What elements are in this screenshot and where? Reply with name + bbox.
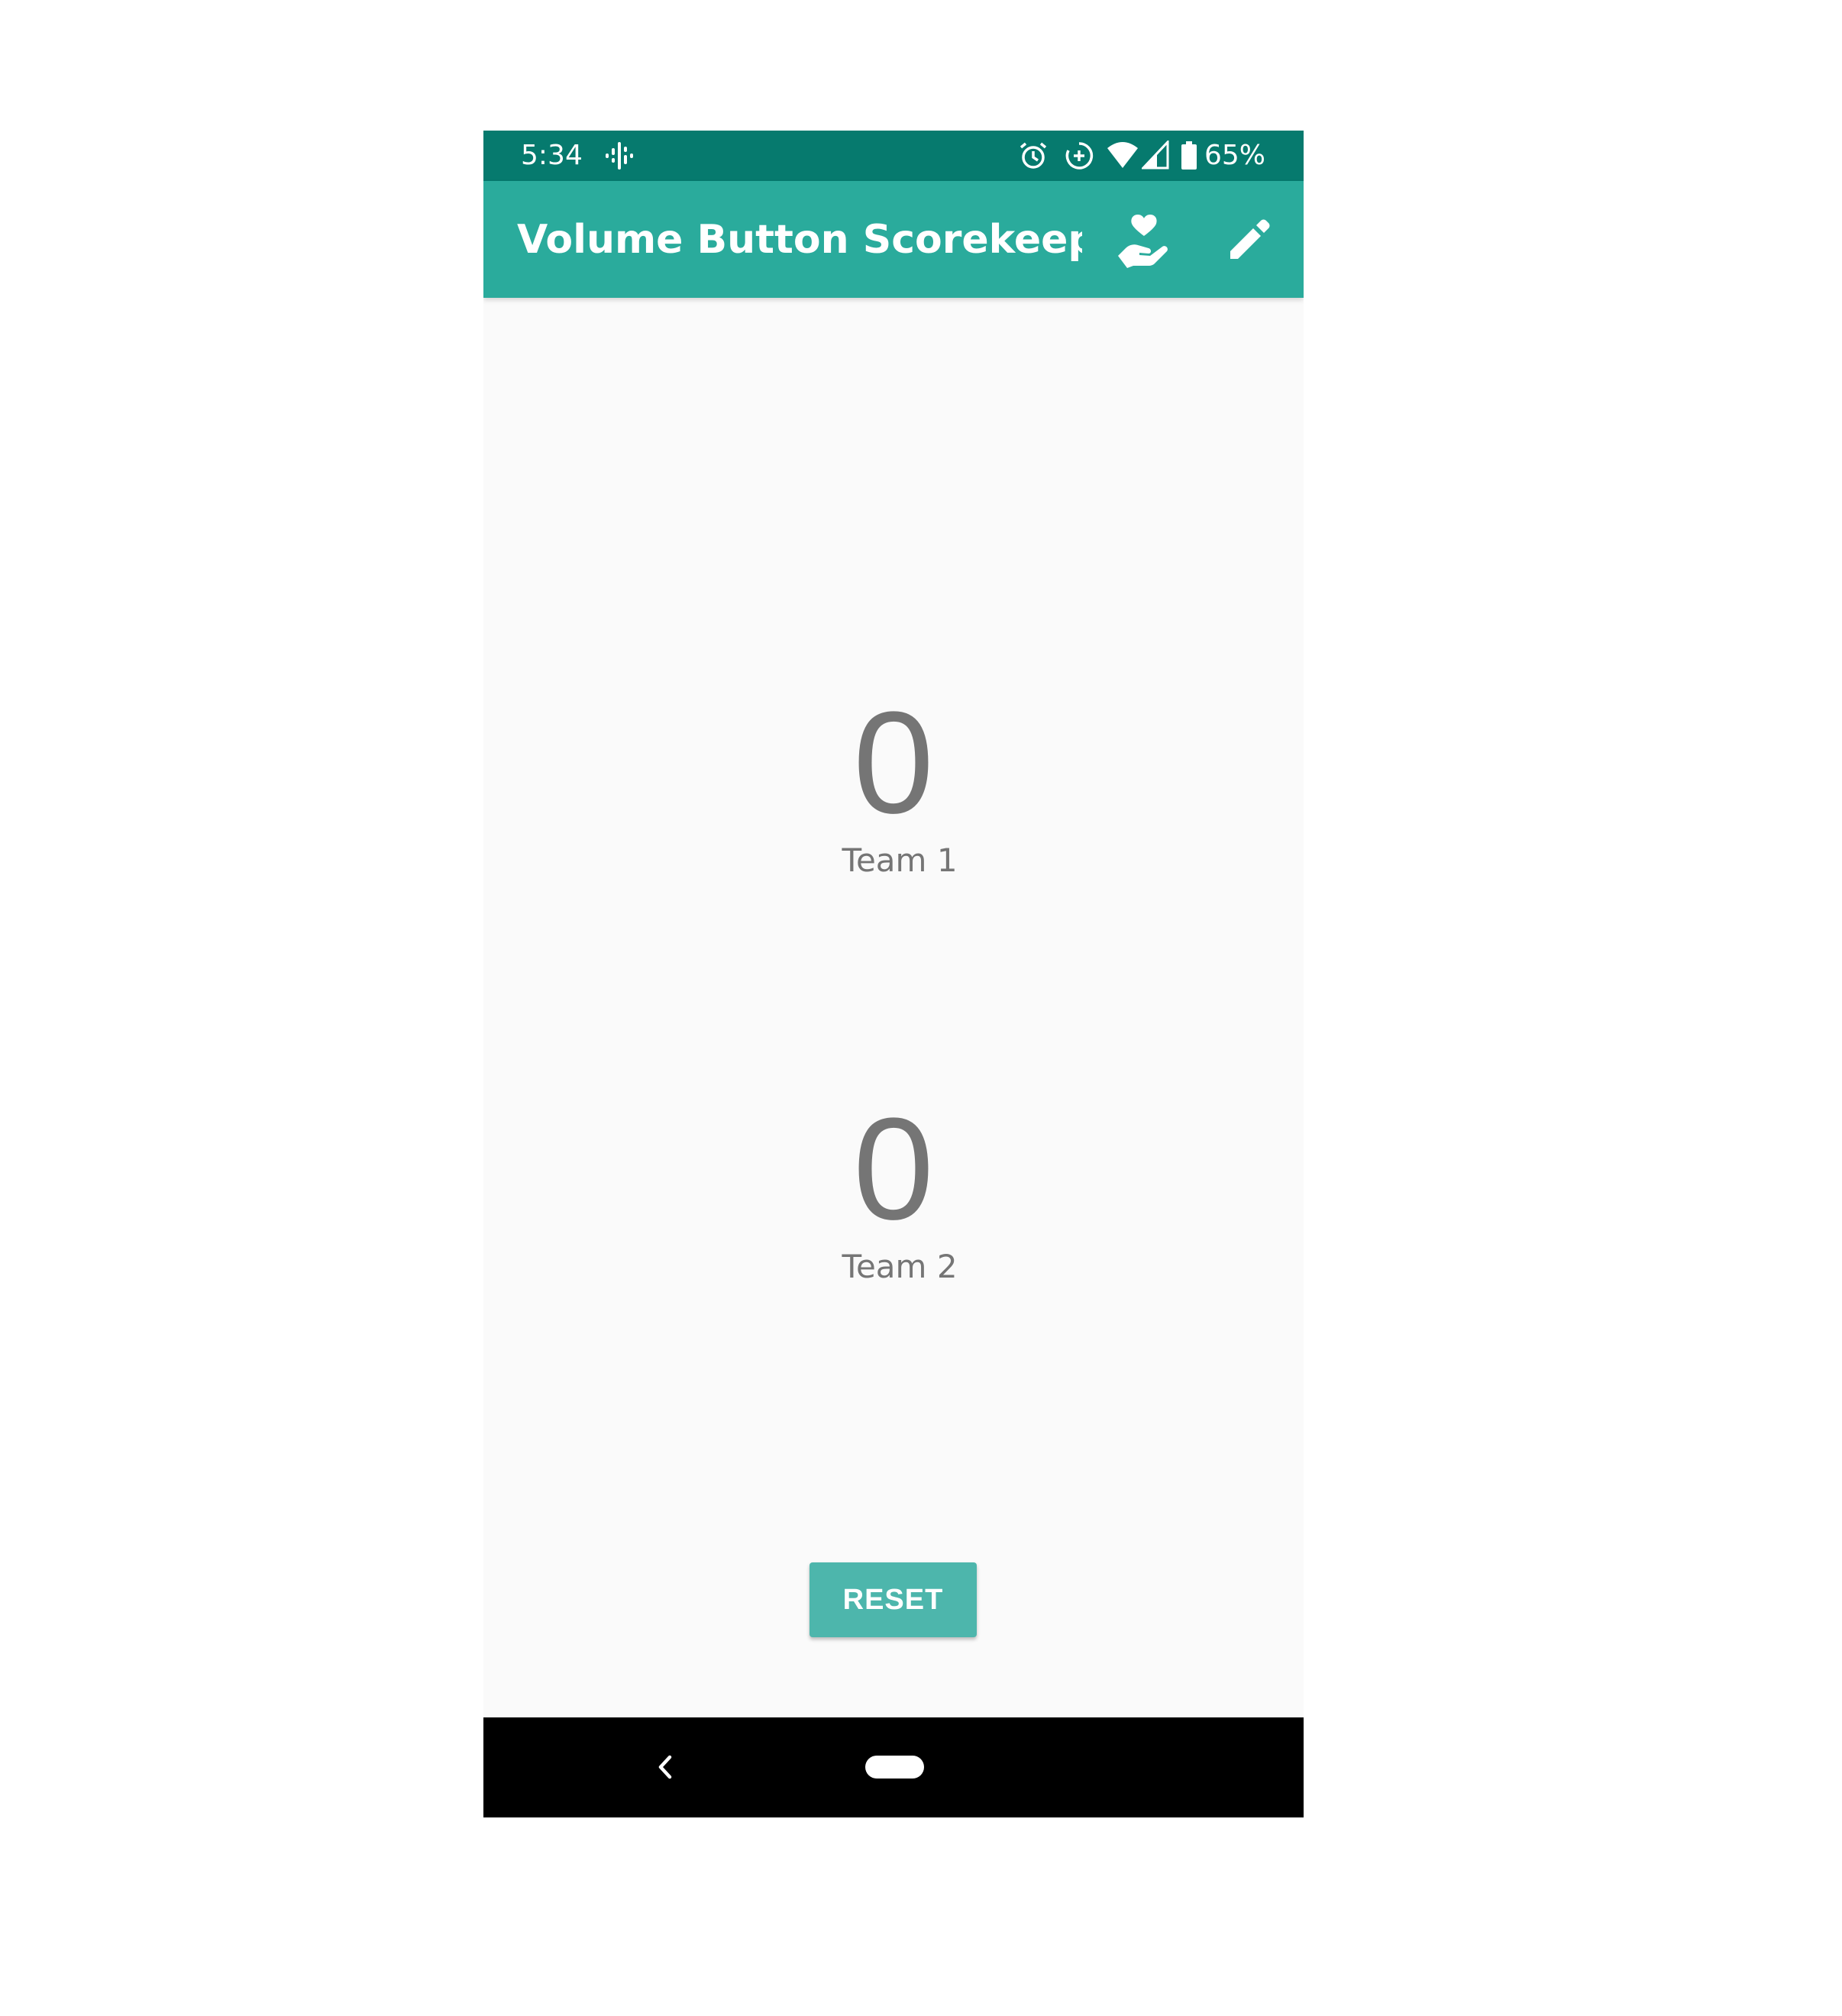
- team-1-score-block: 0 Team 1: [483, 687, 1304, 882]
- app-bar: Volume Button Scorekeeper...: [483, 181, 1304, 298]
- status-time: 5:34: [521, 140, 583, 171]
- battery-percentage: 65%: [1204, 140, 1265, 171]
- team-2-name: Team 2: [842, 1248, 958, 1285]
- status-bar: 5:34 65%: [483, 131, 1304, 181]
- reset-button[interactable]: RESET: [810, 1562, 977, 1637]
- podcast-icon: [604, 141, 635, 174]
- battery-icon: [1180, 141, 1198, 174]
- phone-screen: 5:34 65% Volume Button Scorekeep 0 Team …: [483, 131, 1304, 1817]
- team-2-score[interactable]: 0: [483, 1093, 1304, 1245]
- back-icon[interactable]: [650, 1748, 680, 1786]
- app-title: Volume Button Scorekeeper...: [517, 217, 1082, 263]
- wifi-icon: [1107, 141, 1139, 174]
- data-saver-icon: [1064, 141, 1094, 174]
- edit-pencil-icon[interactable]: [1218, 210, 1279, 271]
- navigation-bar: [483, 1717, 1304, 1817]
- team-1-name: Team 1: [842, 842, 958, 879]
- donate-heart-hand-icon[interactable]: [1112, 210, 1173, 271]
- team-1-score[interactable]: 0: [483, 687, 1304, 839]
- signal-icon: [1140, 139, 1169, 174]
- home-pill-button[interactable]: [865, 1756, 924, 1779]
- team-2-score-block: 0 Team 2: [483, 1093, 1304, 1288]
- alarm-icon: [1018, 141, 1049, 174]
